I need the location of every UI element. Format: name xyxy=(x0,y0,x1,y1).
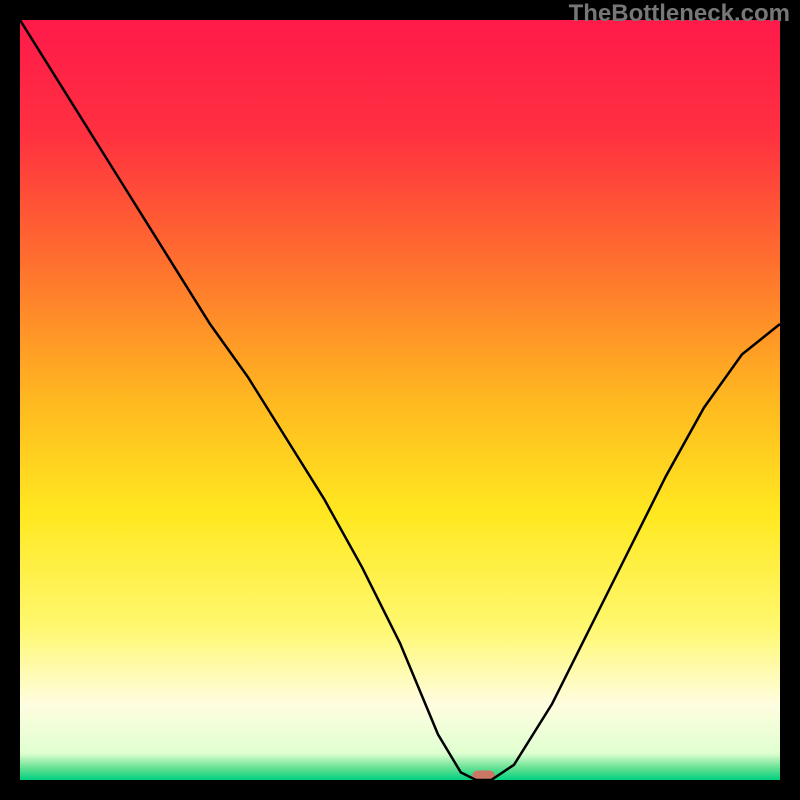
plot-area xyxy=(20,20,780,780)
watermark-text: TheBottleneck.com xyxy=(569,0,790,28)
gradient-background xyxy=(20,20,780,780)
chart-svg xyxy=(20,20,780,780)
chart-container: TheBottleneck.com xyxy=(0,0,800,800)
